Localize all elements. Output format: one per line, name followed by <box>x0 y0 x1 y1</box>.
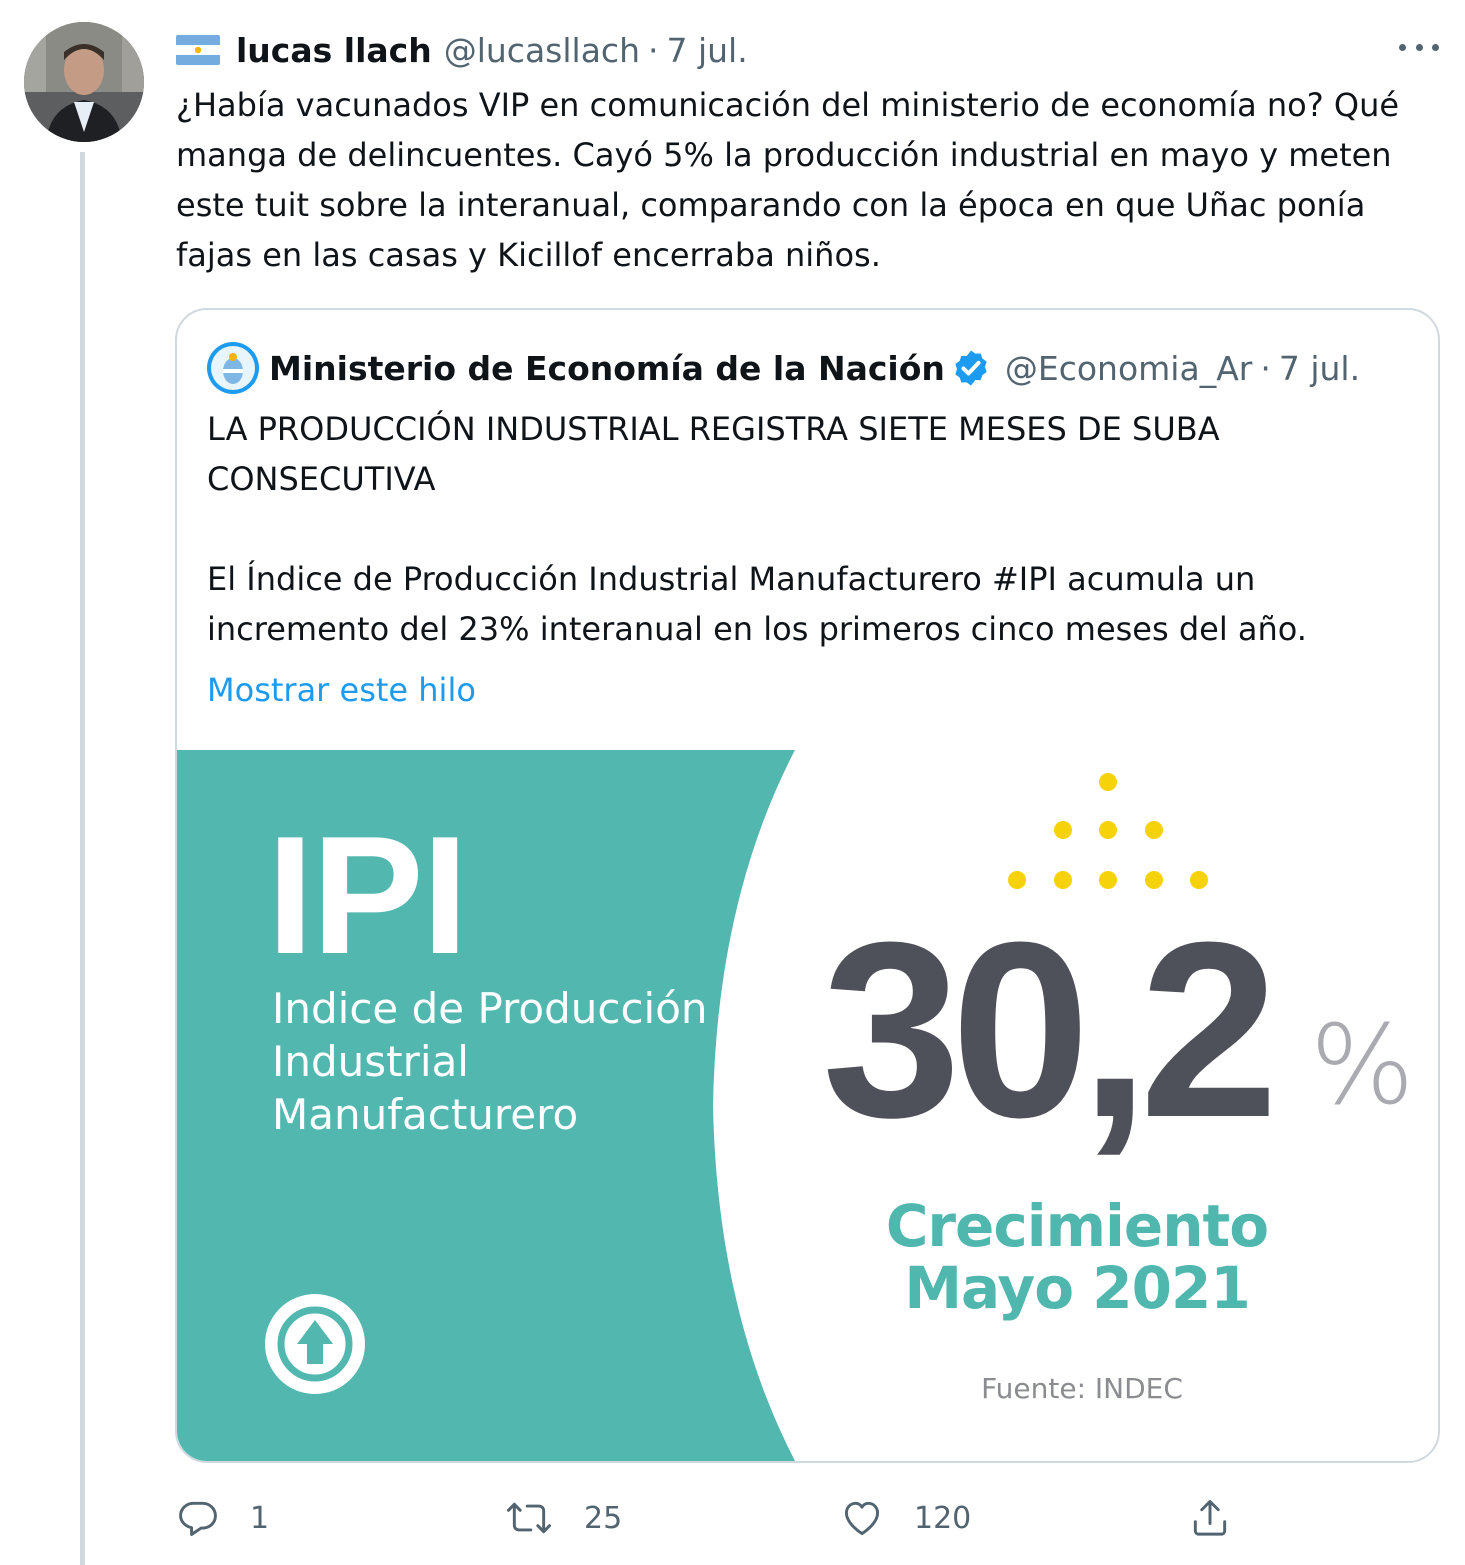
more-dot <box>1399 43 1406 51</box>
author-avatar[interactable] <box>24 22 144 142</box>
author-handle[interactable]: @lucasllach <box>444 31 640 70</box>
reply-icon <box>179 1501 217 1536</box>
growth-unit: % <box>1310 1001 1415 1129</box>
growth-value: 30,2 <box>822 890 1279 1169</box>
tweet-actions: 1 25 120 <box>176 1492 1276 1544</box>
thread-line <box>80 152 85 1565</box>
quoted-tweet-header: Ministerio de Economía de la Nación @Eco… <box>207 342 1360 394</box>
reply-button[interactable]: 1 <box>176 1492 269 1544</box>
source-label: Fuente: INDEC <box>981 1372 1183 1405</box>
quoted-author-handle[interactable]: @Economia_Ar <box>1005 349 1252 388</box>
like-button[interactable]: 120 <box>840 1492 971 1544</box>
yellow-dots <box>1008 773 1208 889</box>
tweet-text: ¿Había vacunados VIP en comunicación del… <box>176 86 1410 274</box>
quoted-tweet[interactable]: Ministerio de Economía de la Nación @Eco… <box>175 308 1440 1463</box>
quoted-paragraph-2: El Índice de Producción Industrial Manuf… <box>207 560 1307 648</box>
arrow-up-circle-icon <box>265 1294 365 1394</box>
growth-label-text: Crecimiento Mayo 2021 <box>885 1192 1269 1322</box>
tweet-date[interactable]: 7 jul. <box>666 31 747 70</box>
more-dot <box>1415 43 1423 51</box>
retweet-icon <box>507 1502 551 1534</box>
share-icon <box>1193 1500 1227 1536</box>
separator-dot: · <box>1260 348 1271 388</box>
reply-count: 1 <box>250 1500 270 1536</box>
ipi-infographic-image[interactable]: IPI Indice de Producción Industrial Manu… <box>177 750 1438 1461</box>
quoted-author-avatar[interactable] <box>207 342 259 394</box>
separator-dot: · <box>647 30 659 70</box>
retweet-count: 25 <box>584 1500 623 1536</box>
infographic-title: IPI <box>267 801 468 989</box>
quoted-author-name[interactable]: Ministerio de Economía de la Nación <box>269 349 945 388</box>
like-icon <box>844 1501 880 1536</box>
share-button[interactable] <box>1188 1492 1232 1544</box>
infographic-subtitle: Indice de Producción Industrial Manufact… <box>272 984 708 1139</box>
quoted-tweet-text: LA PRODUCCIÓN INDUSTRIAL REGISTRA SIETE … <box>207 404 1407 654</box>
growth-label: Crecimiento Mayo 2021 <box>877 1195 1277 1319</box>
argentina-flag-icon <box>176 35 220 65</box>
author-name[interactable]: lucas llach <box>236 31 432 70</box>
show-thread-link[interactable]: Mostrar este hilo <box>207 665 476 715</box>
more-dot <box>1432 43 1439 51</box>
like-count: 120 <box>914 1500 972 1536</box>
more-options-icon[interactable] <box>1399 32 1439 62</box>
tweet-header: lucas llach @lucasllach · 7 jul. <box>176 26 748 74</box>
verified-badge-icon <box>955 350 987 386</box>
retweet-button[interactable]: 25 <box>504 1492 622 1544</box>
quoted-paragraph-1: LA PRODUCCIÓN INDUSTRIAL REGISTRA SIETE … <box>207 410 1220 498</box>
quoted-tweet-date[interactable]: 7 jul. <box>1279 349 1360 388</box>
